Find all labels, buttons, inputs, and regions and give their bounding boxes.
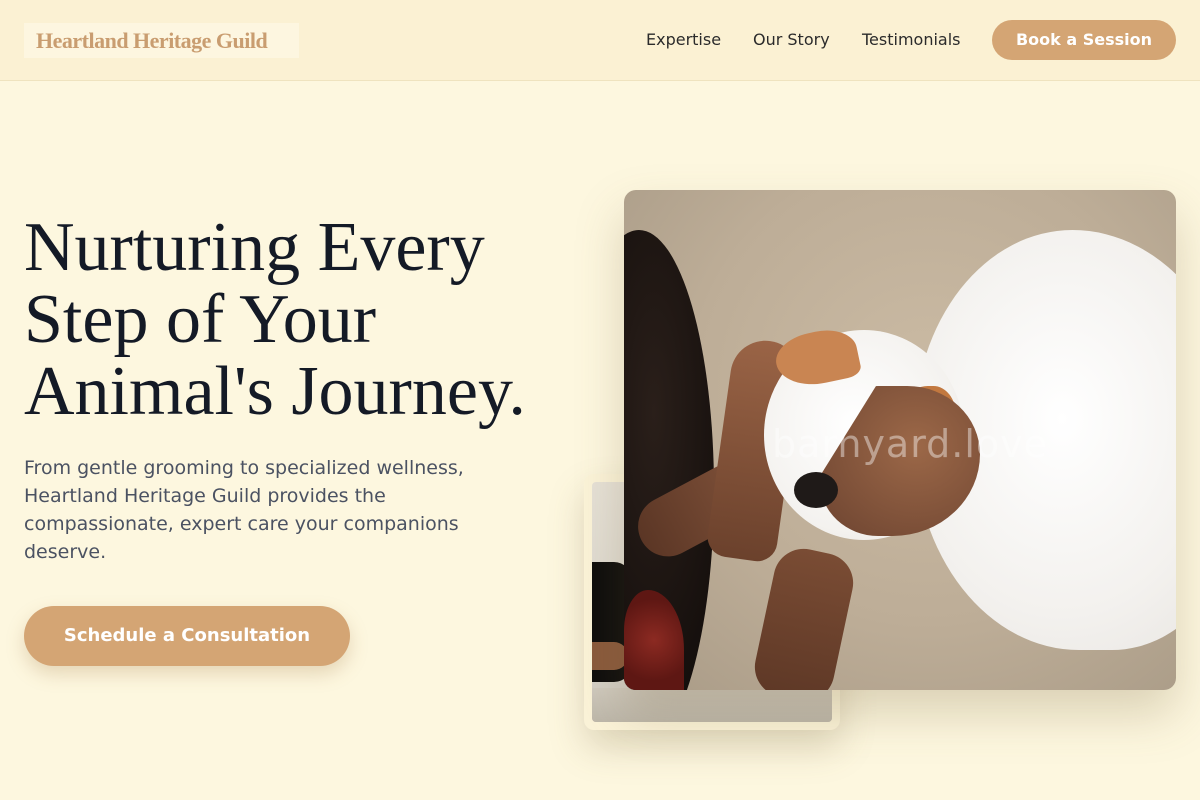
schedule-consultation-button[interactable]: Schedule a Consultation (24, 606, 350, 666)
book-session-button[interactable]: Book a Session (992, 20, 1176, 60)
photo-person-arm-right (749, 543, 859, 690)
photo-puppy-nose (794, 472, 838, 508)
secondary-photo-hand (592, 642, 628, 670)
hero-photo-puppy: barnyard.love (624, 190, 1176, 690)
hero-subtitle: From gentle grooming to specialized well… (24, 457, 464, 563)
brand-logo[interactable]: Heartland Heritage Guild (24, 23, 299, 58)
nav-link-testimonials[interactable]: Testimonials (862, 29, 961, 51)
nav-link-expertise[interactable]: Expertise (646, 29, 721, 51)
secondary-photo-floor (592, 688, 832, 722)
nav-link-our-story[interactable]: Our Story (753, 29, 830, 51)
photo-watermark: barnyard.love (772, 422, 1049, 466)
site-header: Heartland Heritage Guild Expertise Our S… (0, 0, 1200, 81)
hero-title: Nurturing Every Step of Your Animal's Jo… (24, 209, 526, 430)
